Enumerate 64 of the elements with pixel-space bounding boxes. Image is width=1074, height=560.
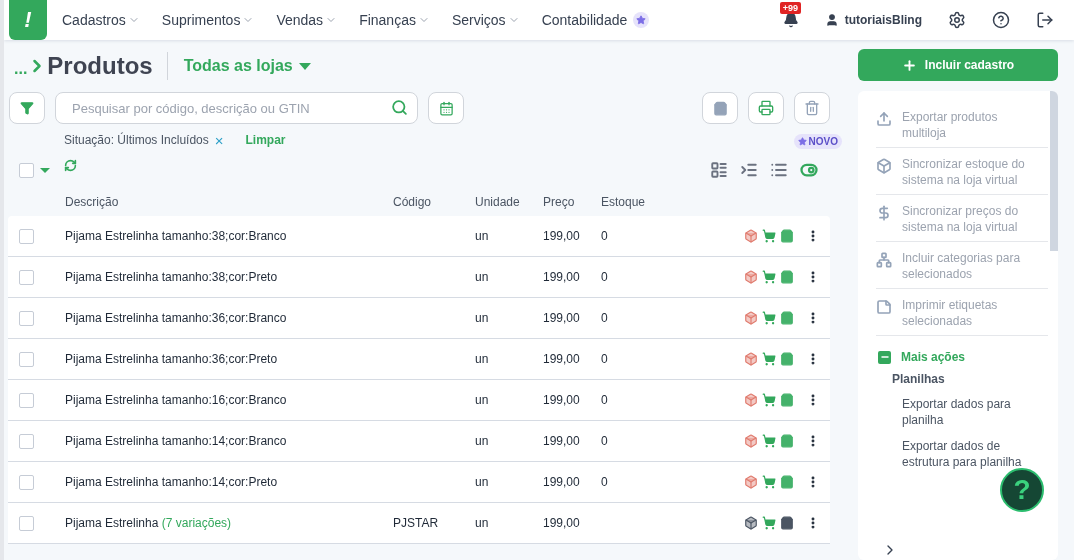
price-cell-text: 199,00: [543, 393, 581, 407]
description-cell-text: Pijama Estrelinha tamanho:14;cor:Preto: [65, 475, 279, 489]
nav-menu-item[interactable]: Cadastros: [62, 12, 140, 28]
description-cell-text: Pijama Estrelinha tamanho:36;cor:Branco: [65, 311, 288, 325]
stock-cell-text: 0: [601, 229, 609, 243]
group-heading: Planilhas: [892, 372, 946, 386]
stock-cell-text: 0: [601, 270, 609, 284]
action-link[interactable]: Sincronizar estoque do sistema na loja virtual: [876, 148, 1048, 195]
action-link[interactable]: Exportar produtos multiloja: [876, 101, 1048, 148]
price-cell-text: 199,00: [543, 311, 581, 325]
description-cell-text: Pijama Estrelinha tamanho:14;cor:Branco: [65, 434, 288, 448]
stock-cell-text: 0: [601, 393, 609, 407]
description-cell-text: Pijama Estrelinha tamanho:16;cor:Branco: [65, 393, 288, 407]
price-cell-text: 199,00: [543, 475, 581, 489]
column-header: Preço: [543, 195, 576, 209]
spreadsheet-action-link[interactable]: Exportar dados de estrutura para planilha: [902, 438, 1048, 470]
page-title: Produtos: [47, 52, 168, 80]
filter-chip-label: Situação: Últimos Incluídos: [64, 133, 209, 147]
breadcrumb-link[interactable]: ...: [14, 60, 28, 78]
user-menu[interactable]: tutoriaisBling: [824, 13, 922, 27]
remove-filter-button[interactable]: ×: [214, 131, 224, 149]
stock-cell-text: 0: [601, 434, 609, 448]
column-header: Código: [393, 195, 433, 209]
unit-cell-text: un: [475, 270, 490, 284]
search-field[interactable]: Pesquisar por código, descrição ou GTIN: [55, 92, 418, 124]
description-cell-text: Pijama Estrelinha tamanho:38;cor:Preto: [65, 270, 279, 284]
nav-menu-item[interactable]: Contabilidade: [541, 12, 650, 28]
action-link[interactable]: Imprimir etiquetas selecionadas: [876, 289, 1048, 336]
column-header: Descrição: [65, 195, 120, 209]
price-cell-text: 199,00: [543, 270, 581, 284]
price-cell-text: 199,00: [543, 516, 581, 530]
notification-badge: +99: [779, 2, 801, 14]
unit-cell-text: un: [475, 475, 490, 489]
unit-cell-text: un: [475, 393, 490, 407]
action-link[interactable]: Incluir categorias para selecionados: [876, 242, 1048, 289]
description-cell-text: Pijama Estrelinha tamanho:36;cor:Preto: [65, 352, 279, 366]
nav-menu-item[interactable]: Suprimentos: [161, 12, 255, 28]
unit-cell-text: un: [475, 229, 490, 243]
description-cell-text: Pijama Estrelinha (7 variações): [65, 516, 233, 530]
clear-filters-link[interactable]: Limpar: [245, 133, 286, 147]
add-record-button[interactable]: Incluir cadastro: [858, 49, 1058, 81]
nav-menu-item[interactable]: Finanças: [359, 12, 430, 28]
price-cell-text: 199,00: [543, 434, 581, 448]
new-badge: NOVO: [793, 134, 842, 149]
spreadsheet-action-link[interactable]: Exportar dados para planilha: [902, 396, 1048, 428]
stock-cell-text: 0: [601, 311, 609, 325]
unit-cell-text: un: [475, 516, 490, 530]
action-link[interactable]: Sincronizar preços do sistema na loja virtual: [876, 195, 1048, 242]
store-selector[interactable]: Todas as lojas: [177, 56, 317, 76]
nav-menu-item[interactable]: Vendas: [276, 12, 338, 28]
column-header: Unidade: [475, 195, 521, 209]
code-cell-text: PJSTAR: [393, 516, 440, 530]
description-cell-text: Pijama Estrelinha tamanho:38;cor:Branco: [65, 229, 288, 243]
price-cell-text: 199,00: [543, 352, 581, 366]
nav-menu-item[interactable]: Serviços: [451, 12, 520, 28]
column-header: Estoque: [601, 195, 647, 209]
unit-cell-text: un: [475, 352, 490, 366]
stock-cell-text: 0: [601, 352, 609, 366]
stock-cell-text: 0: [601, 475, 609, 489]
logo[interactable]: !: [9, 0, 47, 40]
price-cell-text: 199,00: [543, 229, 581, 243]
unit-cell-text: un: [475, 434, 490, 448]
unit-cell-text: un: [475, 311, 490, 325]
more-actions-toggle[interactable]: Mais ações: [876, 336, 966, 372]
